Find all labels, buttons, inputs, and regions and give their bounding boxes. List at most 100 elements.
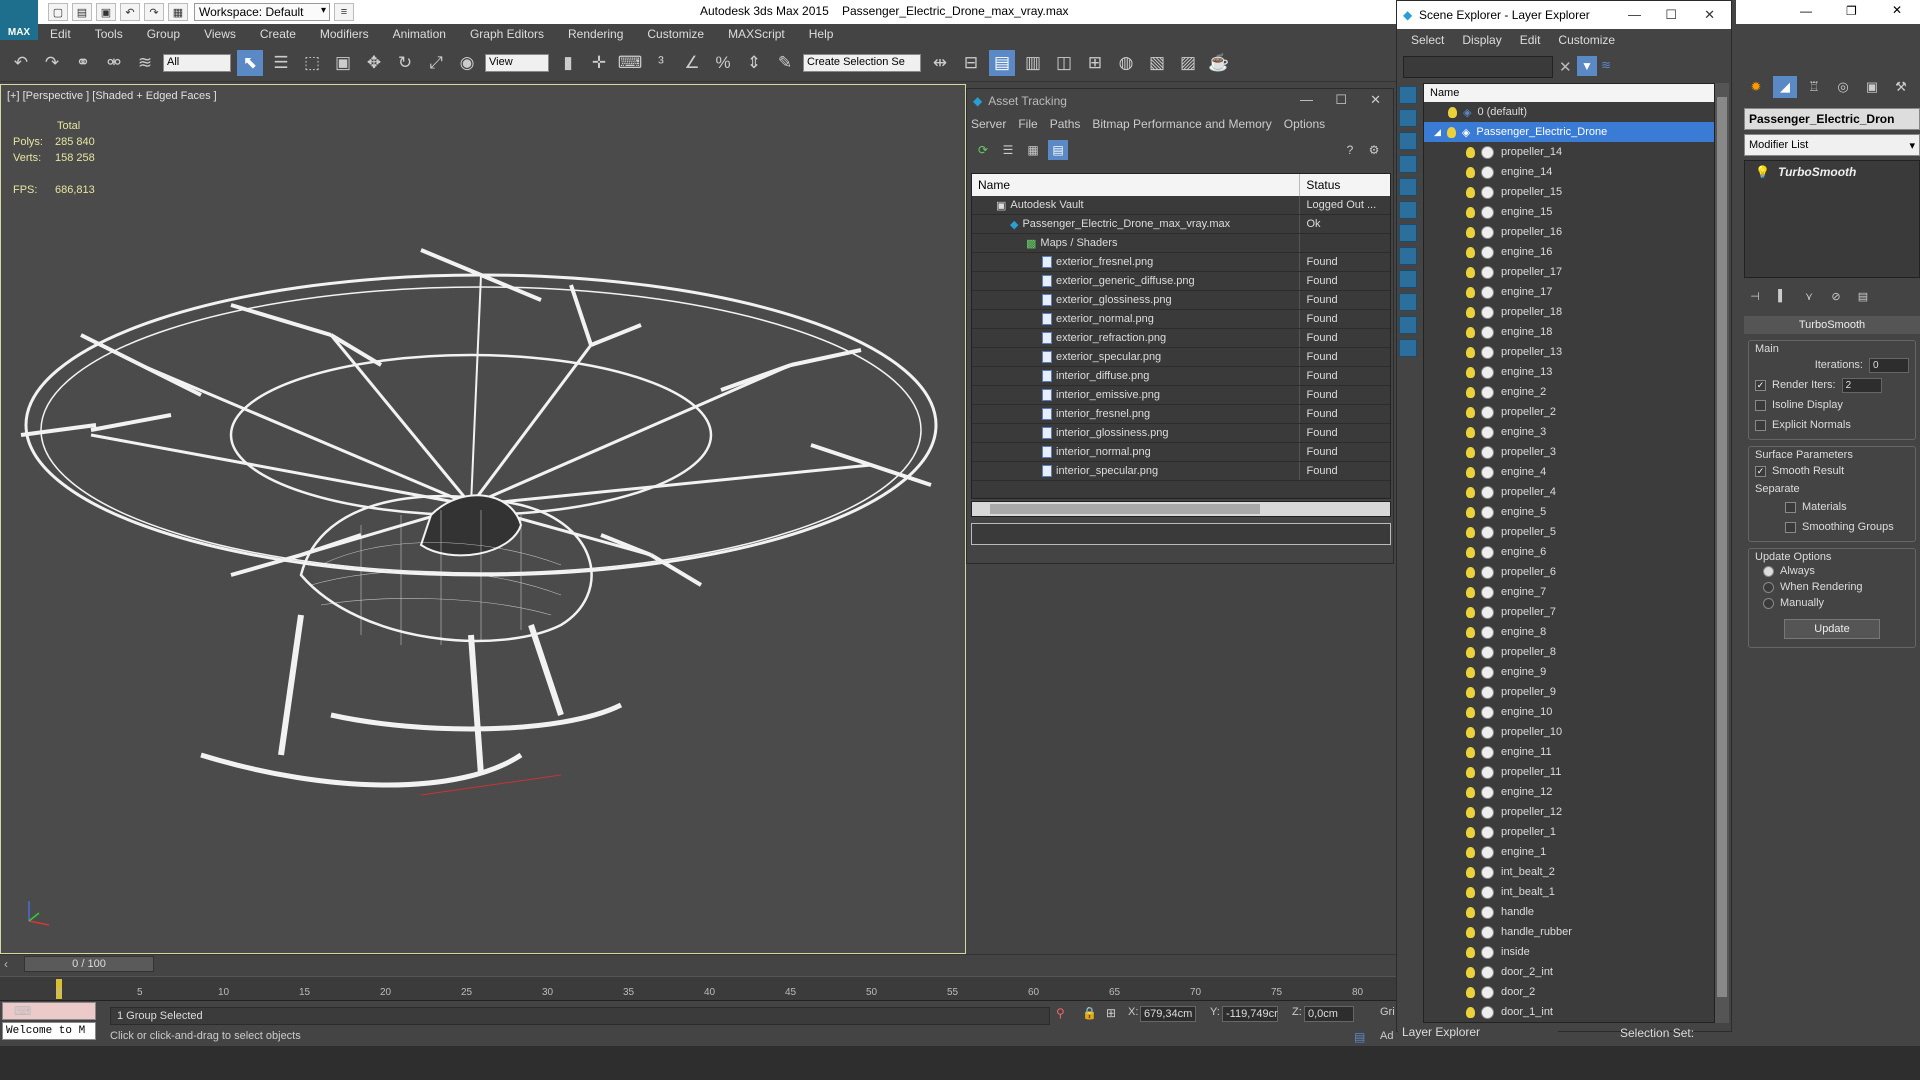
spinner-snap-icon[interactable]: ⇕ xyxy=(741,50,767,76)
maximize-icon[interactable]: ☐ xyxy=(1335,92,1347,108)
display-shapes-icon[interactable] xyxy=(1399,109,1417,127)
help-icon[interactable]: ? xyxy=(1340,140,1360,160)
maximize-icon[interactable]: ☐ xyxy=(1665,7,1677,23)
minimize-icon[interactable]: — xyxy=(1300,92,1313,107)
light-bulb-icon[interactable] xyxy=(1466,226,1475,238)
table-row[interactable]: ◆ Passenger_Electric_Drone_max_vray.max Ok xyxy=(972,215,1390,234)
light-bulb-icon[interactable] xyxy=(1466,346,1475,358)
table-row[interactable]: interior_fresnel.png Found xyxy=(972,405,1390,424)
unlink-icon[interactable]: ⚮ xyxy=(101,50,127,76)
light-bulb-icon[interactable] xyxy=(1466,426,1475,438)
scene-object-row[interactable]: engine_13 xyxy=(1424,362,1714,382)
display-helpers-icon[interactable] xyxy=(1399,178,1417,196)
light-bulb-icon[interactable] xyxy=(1466,846,1475,858)
render-setup-icon[interactable]: ▧ xyxy=(1144,50,1170,76)
display-containers-icon[interactable] xyxy=(1399,293,1417,311)
scene-object-row[interactable]: engine_16 xyxy=(1424,242,1714,262)
scene-object-row[interactable]: propeller_18 xyxy=(1424,302,1714,322)
scene-object-row[interactable]: door_1_int xyxy=(1424,1002,1714,1022)
rendered-frame-icon[interactable]: ▨ xyxy=(1175,50,1201,76)
scene-object-row[interactable]: propeller_16 xyxy=(1424,222,1714,242)
table-row[interactable]: interior_emissive.png Found xyxy=(972,386,1390,405)
light-bulb-icon[interactable] xyxy=(1466,326,1475,338)
project-icon[interactable]: ▦ xyxy=(168,3,188,21)
light-bulb-icon[interactable] xyxy=(1466,266,1475,278)
menu-tools[interactable]: Tools xyxy=(83,27,135,41)
light-bulb-icon[interactable] xyxy=(1466,806,1475,818)
adaptive-degradation-icon[interactable]: ▤ xyxy=(1354,1030,1365,1044)
time-slider-track[interactable]: ‹ › xyxy=(0,954,1396,976)
light-bulb-icon[interactable] xyxy=(1466,366,1475,378)
scene-object-row[interactable]: int_bealt_2 xyxy=(1424,862,1714,882)
scene-menu-edit[interactable]: Edit xyxy=(1520,33,1541,47)
scene-object-row[interactable]: engine_11 xyxy=(1424,742,1714,762)
scene-object-row[interactable]: handle xyxy=(1424,902,1714,922)
table-row[interactable]: exterior_specular.png Found xyxy=(972,348,1390,367)
scene-menu-customize[interactable]: Customize xyxy=(1558,33,1615,47)
x-coordinate-field[interactable]: 679,34cm xyxy=(1140,1006,1196,1022)
light-bulb-icon[interactable] xyxy=(1466,606,1475,618)
selection-filter-dropdown[interactable]: All xyxy=(163,53,231,72)
light-bulb-icon[interactable] xyxy=(1466,746,1475,758)
modify-tab-icon[interactable]: ◢ xyxy=(1773,76,1797,98)
asset-tracking-titlebar[interactable]: ◆ Asset Tracking — ☐ ✕ xyxy=(967,89,1393,113)
viewport-label[interactable]: [+] [Perspective ] [Shaded + Edged Faces… xyxy=(7,90,217,102)
table-row[interactable]: exterior_glossiness.png Found xyxy=(972,291,1390,310)
thumbnail-view-icon[interactable]: ▦ xyxy=(1023,140,1043,160)
menu-create[interactable]: Create xyxy=(248,27,308,41)
menu-help[interactable]: Help xyxy=(797,27,846,41)
light-bulb-icon[interactable] xyxy=(1466,566,1475,578)
scene-object-row[interactable]: inside xyxy=(1424,942,1714,962)
col-status[interactable]: Status xyxy=(1300,178,1390,192)
table-view-icon[interactable]: ▤ xyxy=(1048,140,1068,160)
isolate-selection-icon[interactable]: ⚲ xyxy=(1056,1006,1065,1020)
scene-object-row[interactable]: propeller_4 xyxy=(1424,482,1714,502)
manually-radio[interactable] xyxy=(1763,597,1774,609)
maxscript-mini-listener[interactable]: Welcome to M xyxy=(2,1022,96,1040)
scale-icon[interactable]: ⤢ xyxy=(423,50,449,76)
refresh-icon[interactable]: ⟳ xyxy=(973,140,993,160)
pivot-icon[interactable]: ▮ xyxy=(555,50,581,76)
iterations-spinner[interactable]: 0 xyxy=(1869,357,1909,373)
light-bulb-icon[interactable] xyxy=(1466,866,1475,878)
light-bulb-icon[interactable] xyxy=(1466,526,1475,538)
asset-menu-server[interactable]: Server xyxy=(971,117,1006,131)
render-iters-checkbox[interactable]: ✓ xyxy=(1755,379,1766,391)
scene-menu-select[interactable]: Select xyxy=(1411,33,1444,47)
asset-path-input[interactable] xyxy=(971,523,1391,545)
light-bulb-icon[interactable] xyxy=(1466,246,1475,258)
minimize-icon[interactable]: — xyxy=(1800,4,1812,18)
angle-snap-icon[interactable]: ∠ xyxy=(679,50,705,76)
scene-find-input[interactable] xyxy=(1403,56,1553,78)
redo-icon[interactable]: ↷ xyxy=(144,3,164,21)
scene-object-row[interactable]: propeller_5 xyxy=(1424,522,1714,542)
keyboard-shortcut-icon[interactable]: ⌨ xyxy=(617,50,643,76)
light-bulb-icon[interactable] xyxy=(1466,206,1475,218)
time-slider[interactable]: 0 / 100 xyxy=(24,956,154,972)
configure-sets-icon[interactable]: ▤ xyxy=(1852,286,1874,306)
move-icon[interactable]: ✥ xyxy=(361,50,387,76)
scene-object-row[interactable]: engine_3 xyxy=(1424,422,1714,442)
mirror-icon[interactable]: ⇹ xyxy=(927,50,953,76)
menu-graph-editors[interactable]: Graph Editors xyxy=(458,27,556,41)
light-bulb-icon[interactable] xyxy=(1466,446,1475,458)
light-bulb-icon[interactable] xyxy=(1466,586,1475,598)
display-hidden-icon[interactable] xyxy=(1399,339,1417,357)
light-bulb-icon[interactable] xyxy=(1466,826,1475,838)
light-bulb-icon[interactable] xyxy=(1466,726,1475,738)
ref-coord-dropdown[interactable]: View xyxy=(485,53,549,72)
smooth-result-checkbox[interactable]: ✓ xyxy=(1755,465,1766,477)
scene-object-row[interactable]: engine_15 xyxy=(1424,202,1714,222)
scene-object-row[interactable]: engine_17 xyxy=(1424,282,1714,302)
filter-icon[interactable]: ▼ xyxy=(1577,56,1597,76)
scene-object-row[interactable]: int_bealt_1 xyxy=(1424,882,1714,902)
light-bulb-icon[interactable]: 💡 xyxy=(1755,165,1770,179)
settings-icon[interactable]: ⚙ xyxy=(1364,140,1384,160)
display-lights-icon[interactable] xyxy=(1399,132,1417,150)
close-icon[interactable]: ✕ xyxy=(1370,92,1381,108)
light-bulb-icon[interactable] xyxy=(1448,106,1457,118)
display-frozen-icon[interactable] xyxy=(1399,316,1417,334)
scene-object-row[interactable]: engine_7 xyxy=(1424,582,1714,602)
curve-editor-icon[interactable]: ◫ xyxy=(1051,50,1077,76)
table-row[interactable]: ▣ Autodesk Vault Logged Out ... xyxy=(972,196,1390,215)
